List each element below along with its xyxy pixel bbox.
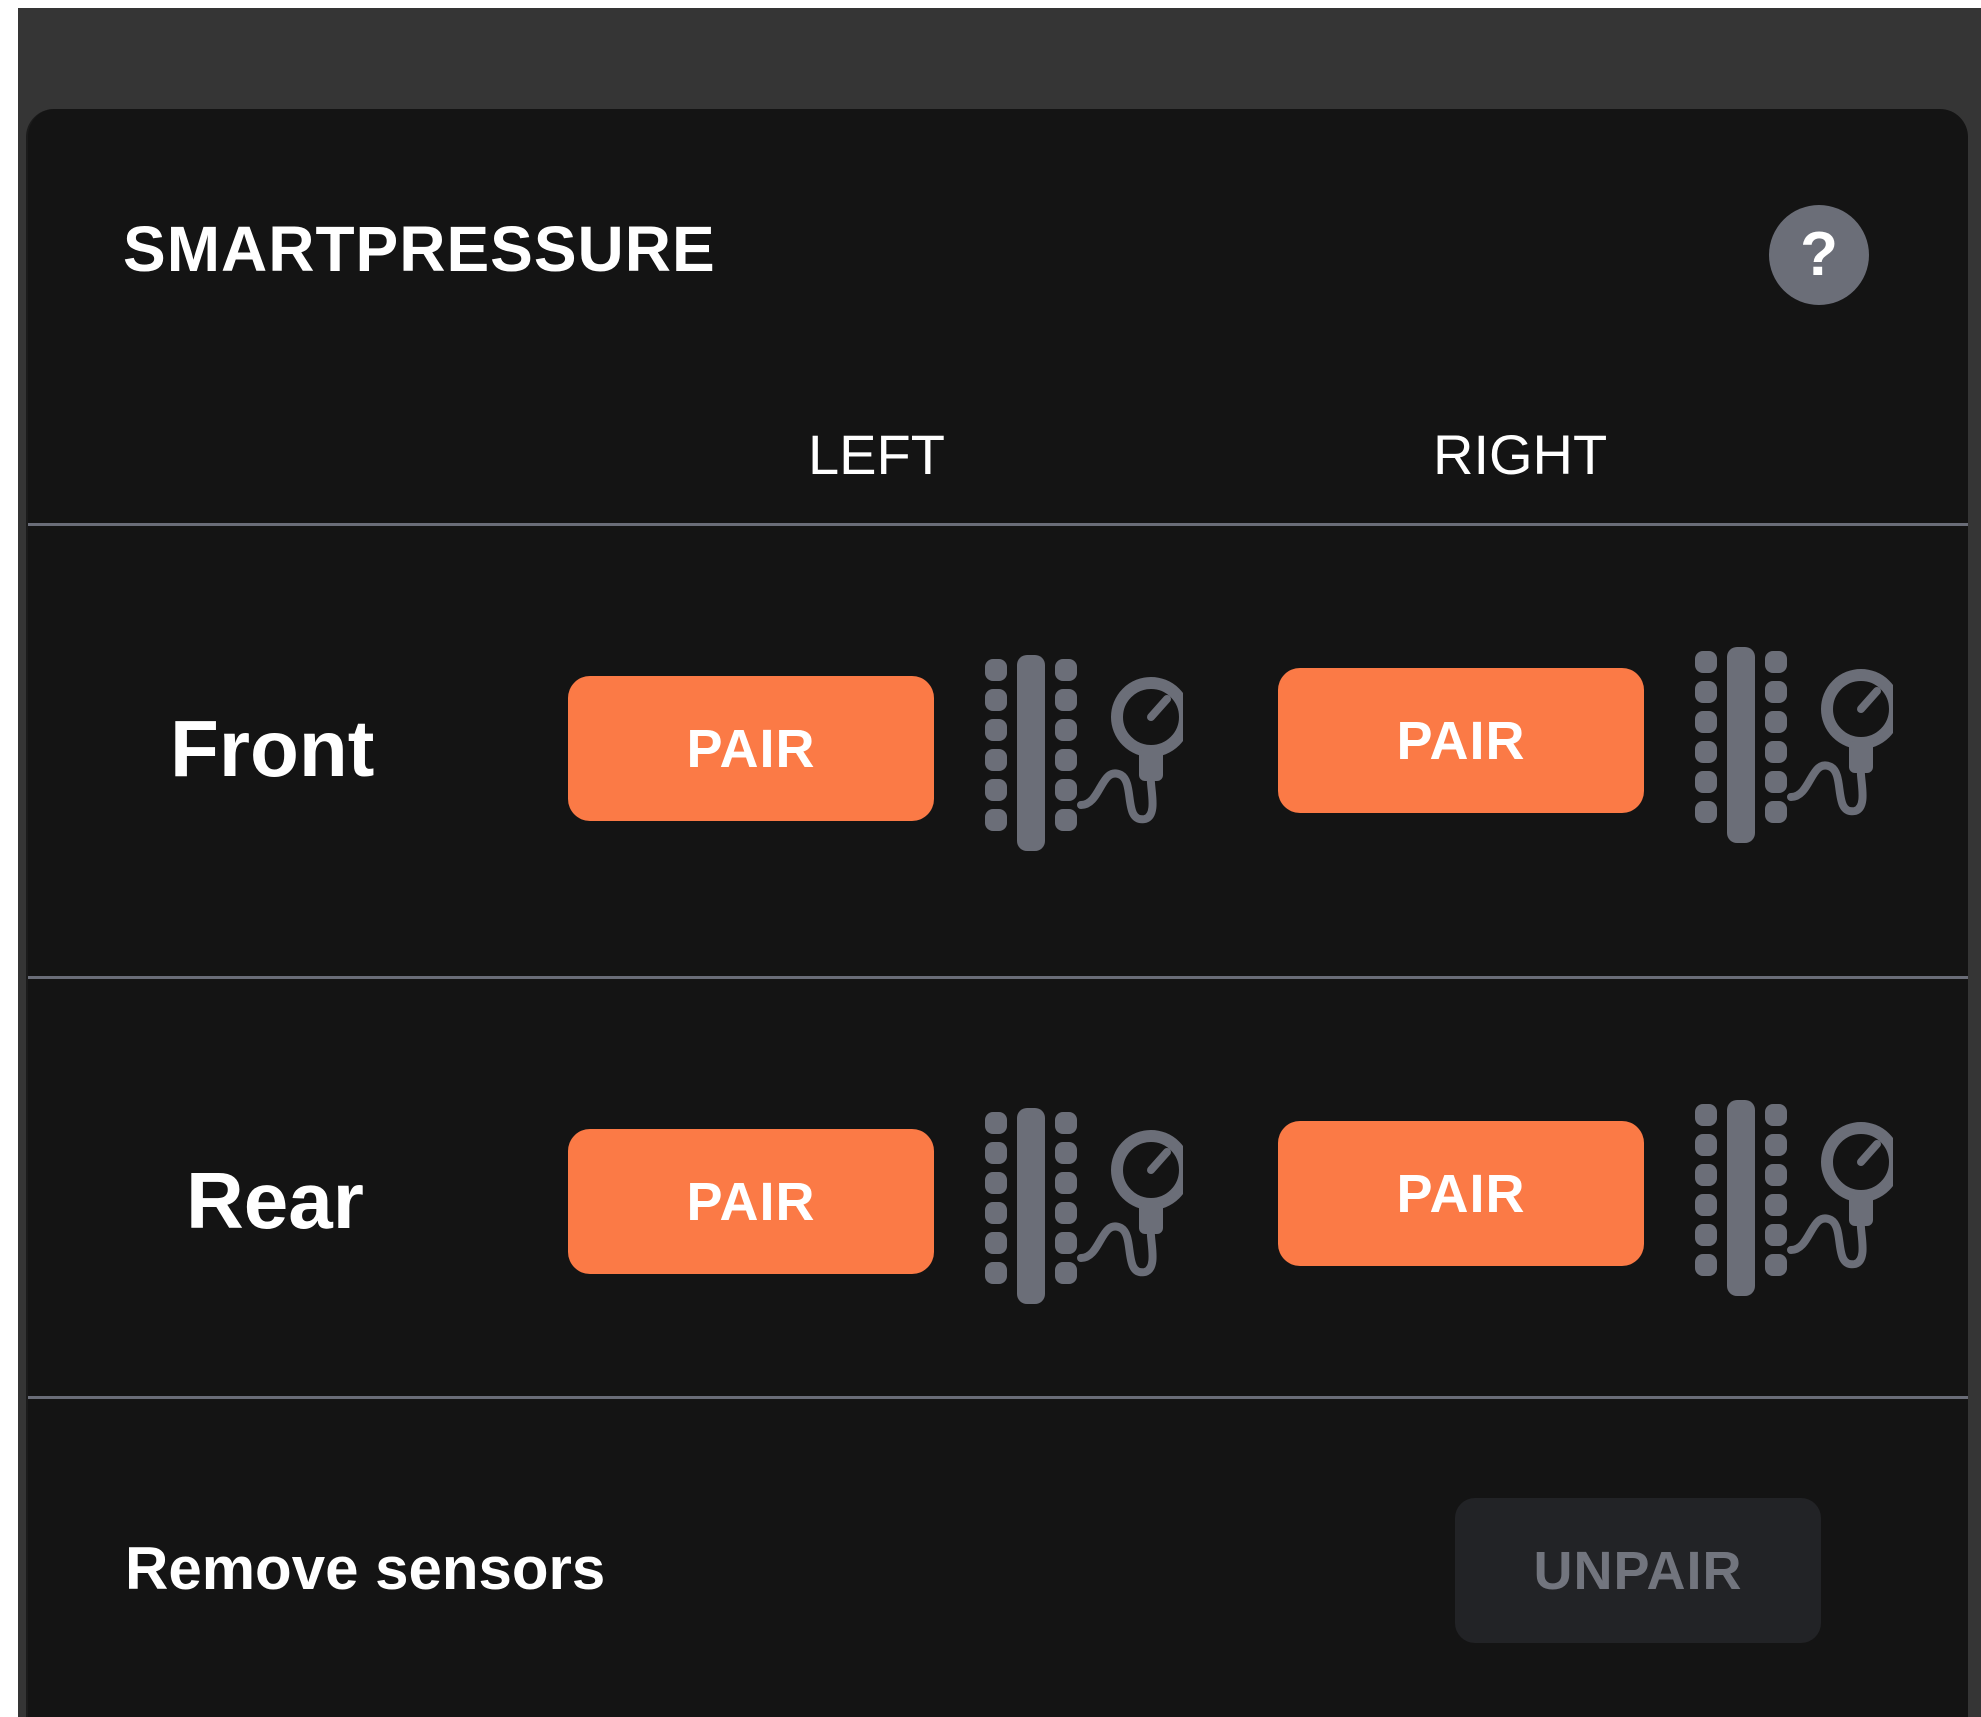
remove-sensors-label: Remove sensors — [125, 1535, 606, 1602]
row-label-rear: Rear — [186, 1156, 364, 1245]
divider-rear — [28, 1396, 1968, 1399]
smartpressure-panel: SMARTPRESSURE ? LEFT RIGHT Front PAIR PA… — [26, 109, 1968, 1717]
panel-title: SMARTPRESSURE — [123, 213, 716, 285]
tire-pressure-gauge-icon — [1693, 1100, 1893, 1296]
tire-pressure-gauge-icon — [1693, 647, 1893, 843]
tire-pressure-gauge-icon — [983, 1108, 1183, 1304]
help-button[interactable]: ? — [1769, 205, 1869, 305]
divider-front — [28, 976, 1968, 979]
row-label-front: Front — [170, 704, 375, 793]
unpair-button[interactable]: UNPAIR — [1455, 1498, 1821, 1643]
column-header-right: RIGHT — [1433, 423, 1608, 486]
pair-rear-left-button[interactable]: PAIR — [568, 1129, 934, 1274]
tire-pressure-gauge-icon — [983, 655, 1183, 851]
screen: SMARTPRESSURE ? LEFT RIGHT Front PAIR PA… — [0, 0, 1981, 1717]
divider-header — [28, 523, 1968, 526]
question-mark-icon: ? — [1800, 220, 1838, 289]
pair-rear-right-button[interactable]: PAIR — [1278, 1121, 1644, 1266]
pair-front-left-button[interactable]: PAIR — [568, 676, 934, 821]
column-header-left: LEFT — [808, 423, 945, 486]
pair-front-right-button[interactable]: PAIR — [1278, 668, 1644, 813]
